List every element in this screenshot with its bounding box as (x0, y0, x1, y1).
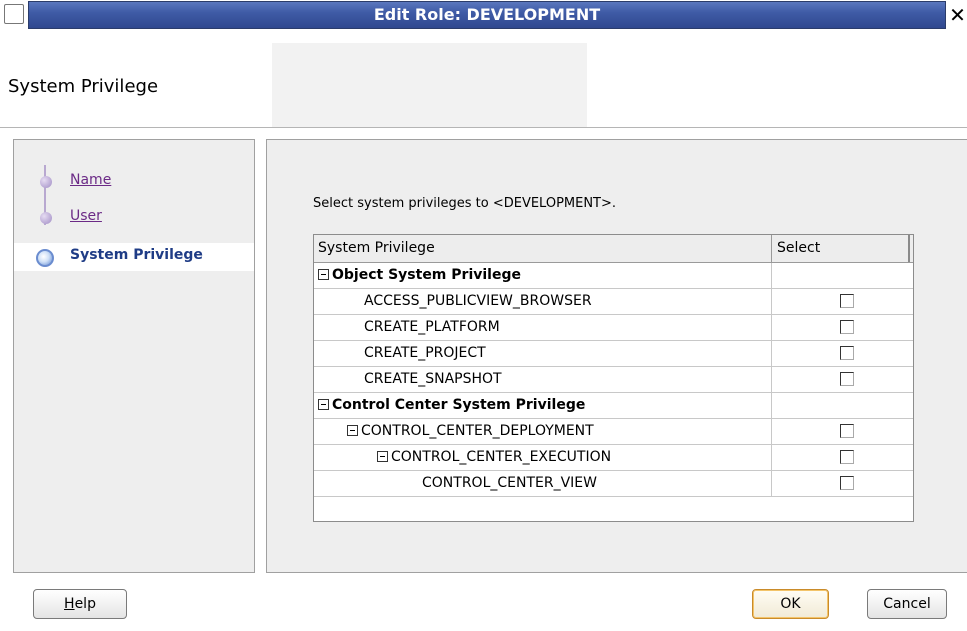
privilege-label: CONTROL_CENTER_DEPLOYMENT (361, 423, 594, 439)
train-step-name[interactable]: Name (14, 168, 254, 196)
train-step-user[interactable]: User (14, 204, 254, 232)
table-row: ACCESS_PUBLICVIEW_BROWSER (314, 289, 913, 315)
column-header-select[interactable]: Select (772, 235, 910, 262)
privilege-label: CREATE_SNAPSHOT (364, 371, 502, 387)
privilege-label: Control Center System Privilege (332, 397, 586, 413)
ok-button[interactable]: OK (752, 589, 829, 619)
wizard-train: Name User System Privilege (13, 139, 255, 573)
table-row: CREATE_PLATFORM (314, 315, 913, 341)
privilege-cell: CREATE_SNAPSHOT (314, 367, 772, 392)
privilege-checkbox[interactable] (840, 320, 854, 334)
table-row: CREATE_PROJECT (314, 341, 913, 367)
step-dot-icon (40, 212, 52, 224)
privilege-checkbox[interactable] (840, 476, 854, 490)
table-row: CONTROL_CENTER_EXECUTION (314, 445, 913, 471)
step-dot-icon (40, 176, 52, 188)
privilege-checkbox[interactable] (840, 424, 854, 438)
select-cell (772, 289, 913, 314)
select-cell (772, 471, 913, 496)
header-banner (272, 43, 587, 127)
select-cell (772, 445, 913, 470)
table-row: Object System Privilege (314, 263, 913, 289)
privilege-label: CONTROL_CENTER_EXECUTION (391, 449, 612, 465)
privilege-cell: Object System Privilege (314, 263, 772, 288)
close-icon[interactable]: ✕ (948, 4, 967, 26)
table-row: CONTROL_CENTER_VIEW (314, 471, 913, 497)
privilege-table: System Privilege Select Object System Pr… (313, 234, 914, 522)
collapse-icon[interactable] (347, 425, 358, 436)
privilege-cell: Control Center System Privilege (314, 393, 772, 418)
privilege-cell: CONTROL_CENTER_DEPLOYMENT (314, 419, 772, 444)
privilege-cell: CREATE_PLATFORM (314, 315, 772, 340)
select-cell (772, 419, 913, 444)
privilege-checkbox[interactable] (840, 346, 854, 360)
privilege-label: Object System Privilege (332, 267, 521, 283)
help-label: elp (74, 596, 96, 612)
collapse-icon[interactable] (318, 269, 329, 280)
privilege-label: CONTROL_CENTER_VIEW (422, 475, 597, 491)
privilege-cell: CONTROL_CENTER_VIEW (314, 471, 772, 496)
privilege-label: CREATE_PLATFORM (364, 319, 500, 335)
privilege-checkbox[interactable] (840, 372, 854, 386)
cancel-button[interactable]: Cancel (867, 589, 947, 619)
privilege-checkbox[interactable] (840, 450, 854, 464)
window-title: Edit Role: DEVELOPMENT (373, 5, 601, 24)
select-cell (772, 341, 913, 366)
collapse-icon[interactable] (318, 399, 329, 410)
instruction-text: Select system privileges to <DEVELOPMENT… (313, 196, 617, 211)
page-title: System Privilege (8, 76, 159, 97)
edit-role-dialog: Edit Role: DEVELOPMENT ✕ System Privileg… (0, 0, 967, 631)
table-row: CREATE_SNAPSHOT (314, 367, 913, 393)
title-bar: Edit Role: DEVELOPMENT ✕ (0, 0, 967, 30)
column-header-system-privilege[interactable]: System Privilege (314, 235, 772, 262)
privilege-label: ACCESS_PUBLICVIEW_BROWSER (364, 293, 592, 309)
select-cell (772, 367, 913, 392)
privilege-checkbox[interactable] (840, 294, 854, 308)
help-button[interactable]: Help (33, 589, 127, 619)
train-step-label[interactable]: Name (70, 172, 111, 188)
privilege-cell: ACCESS_PUBLICVIEW_BROWSER (314, 289, 772, 314)
train-step-system-privilege[interactable]: System Privilege (14, 243, 254, 271)
current-step-icon (36, 249, 54, 267)
select-cell (772, 263, 913, 288)
train-step-label[interactable]: User (70, 208, 102, 224)
collapse-icon[interactable] (377, 451, 388, 462)
window-menu-icon[interactable] (4, 4, 24, 24)
table-row: CONTROL_CENTER_DEPLOYMENT (314, 419, 913, 445)
table-header: System Privilege Select (314, 235, 913, 263)
main-panel: Select system privileges to <DEVELOPMENT… (266, 139, 967, 573)
privilege-label: CREATE_PROJECT (364, 345, 486, 361)
table-row: Control Center System Privilege (314, 393, 913, 419)
privilege-cell: CREATE_PROJECT (314, 341, 772, 366)
select-cell (772, 315, 913, 340)
privilege-cell: CONTROL_CENTER_EXECUTION (314, 445, 772, 470)
help-mnemonic: H (64, 596, 75, 612)
select-cell (772, 393, 913, 418)
page-header: System Privilege (0, 30, 967, 128)
train-step-label: System Privilege (70, 247, 203, 263)
